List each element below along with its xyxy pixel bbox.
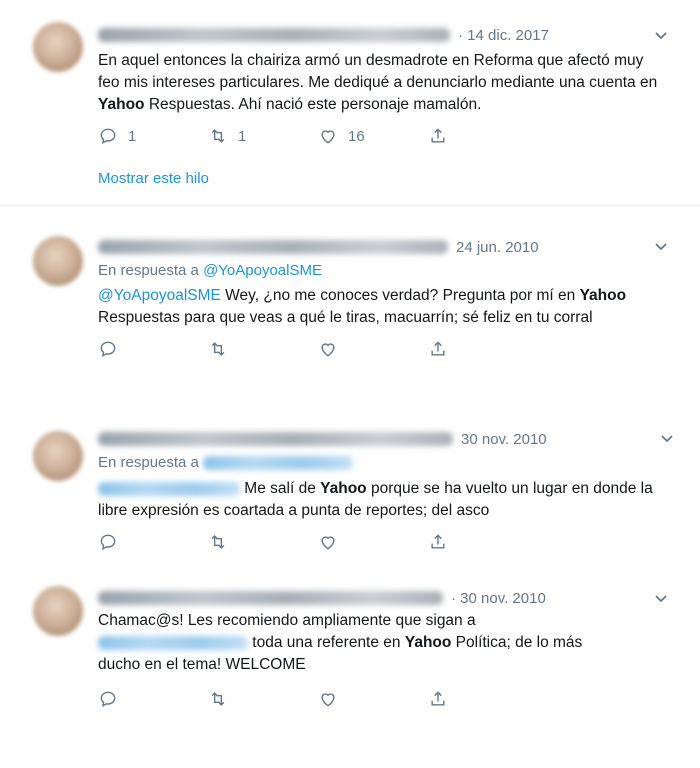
tweet-header: · 30 nov. 2010 (98, 587, 546, 609)
like-button[interactable]: 16 (318, 126, 428, 146)
chevron-down-icon[interactable] (654, 31, 668, 41)
share-icon (431, 691, 445, 706)
retweet-icon (211, 692, 225, 706)
replying-to-handle[interactable] (203, 456, 354, 471)
tweet-text: @YoApoyoalSME Wey, ¿no me conoces verdad… (98, 285, 658, 329)
mention-link[interactable]: @YoApoyoalSME (98, 287, 221, 304)
heart-icon (321, 536, 335, 550)
tweet-header: 30 nov. 2010 (98, 428, 547, 450)
share-icon (431, 128, 445, 143)
reply-count: 1 (128, 127, 137, 145)
replying-to: En respuesta a @YoApoyoalSME (98, 262, 322, 279)
tweet-actions (98, 338, 538, 360)
share-icon (431, 534, 445, 549)
tweet-4[interactable]: · 30 nov. 2010 Chamac@s! Les recomiendo … (0, 576, 700, 768)
avatar[interactable] (33, 431, 83, 481)
share-button[interactable] (428, 532, 538, 552)
retweet-icon (211, 535, 225, 549)
mention-link[interactable] (98, 635, 248, 650)
tweet-text-part: Respuestas para que veas a qué le tiras,… (98, 309, 593, 326)
retweet-button[interactable]: 1 (208, 126, 318, 146)
author-name[interactable] (98, 591, 443, 605)
tweet-date[interactable]: · 30 nov. 2010 (451, 590, 546, 607)
mention-link[interactable] (98, 481, 240, 496)
reply-button[interactable] (98, 339, 208, 359)
tweet-header: · 14 dic. 2017 (98, 24, 549, 46)
heart-icon (321, 343, 335, 357)
tweet-text-part: Respuestas. Ahí nació este personaje mam… (144, 96, 482, 113)
replying-to-handle[interactable]: @YoApoyoalSME (203, 262, 322, 279)
tweet-2[interactable]: 24 jun. 2010 En respuesta a @YoApoyoalSM… (0, 206, 700, 406)
tweet-text-part: Me salí de (240, 480, 321, 497)
reply-icon (100, 534, 116, 550)
author-name[interactable] (98, 28, 450, 42)
tweet-actions: 1 1 16 (98, 125, 538, 147)
tweet-actions (98, 688, 538, 710)
tweet-text-part: toda una referente en (248, 634, 405, 651)
tweet-text: Me salí de Yahoo porque se ha vuelto un … (98, 478, 658, 522)
reply-button[interactable]: 1 (98, 126, 208, 146)
share-icon (431, 341, 445, 356)
author-name[interactable] (98, 432, 453, 446)
retweet-button[interactable] (208, 532, 318, 552)
chevron-down-icon[interactable] (660, 434, 674, 444)
author-name[interactable] (98, 240, 448, 254)
reply-icon (100, 128, 116, 144)
like-count: 16 (348, 127, 365, 145)
tweet-date[interactable]: · 14 dic. 2017 (458, 27, 549, 44)
tweet-1[interactable]: · 14 dic. 2017 En aquel entonces la chai… (0, 0, 700, 205)
tweet-date[interactable]: 24 jun. 2010 (456, 239, 539, 256)
retweet-button[interactable] (208, 689, 318, 709)
replying-to-label: En respuesta a (98, 454, 199, 471)
reply-button[interactable] (98, 532, 208, 552)
replying-to-label: En respuesta a (98, 262, 199, 279)
bold-keyword: Yahoo (98, 96, 145, 113)
avatar[interactable] (33, 586, 83, 636)
retweet-count: 1 (238, 127, 247, 145)
reply-button[interactable] (98, 689, 208, 709)
chevron-down-icon[interactable] (654, 594, 668, 604)
avatar[interactable] (33, 22, 83, 72)
chevron-down-icon[interactable] (654, 242, 668, 252)
like-button[interactable] (318, 339, 428, 359)
tweet-text-part: Chamac@s! Les recomiendo ampliamente que… (98, 612, 476, 629)
tweet-actions (98, 531, 538, 553)
tweet-text: Chamac@s! Les recomiendo ampliamente que… (98, 610, 623, 676)
share-button[interactable] (428, 339, 538, 359)
retweet-icon (211, 129, 225, 143)
like-button[interactable] (318, 532, 428, 552)
bold-keyword: Yahoo (579, 287, 627, 304)
tweet-3[interactable]: 30 nov. 2010 En respuesta a Me salí de Y… (0, 406, 700, 576)
heart-icon (321, 693, 335, 707)
show-thread-link[interactable]: Mostrar este hilo (98, 170, 209, 187)
tweet-text: En aquel entonces la chairiza armó un de… (98, 50, 658, 116)
bold-keyword: Yahoo (404, 634, 452, 651)
reply-icon (100, 341, 116, 357)
like-button[interactable] (318, 689, 428, 709)
retweet-icon (211, 342, 225, 356)
bold-keyword: Yahoo (320, 480, 367, 497)
tweet-date[interactable]: 30 nov. 2010 (461, 431, 547, 448)
heart-icon (321, 130, 335, 144)
tweet-text-part: En aquel entonces la chairiza armó un de… (98, 52, 658, 91)
share-button[interactable] (428, 689, 538, 709)
retweet-button[interactable] (208, 339, 318, 359)
share-button[interactable] (428, 126, 538, 146)
reply-icon (100, 691, 116, 707)
replying-to: En respuesta a (98, 454, 354, 471)
tweet-header: 24 jun. 2010 (98, 236, 539, 258)
avatar[interactable] (33, 236, 83, 286)
tweet-text-part: Wey, ¿no me conoces verdad? Pregunta por… (220, 287, 580, 304)
